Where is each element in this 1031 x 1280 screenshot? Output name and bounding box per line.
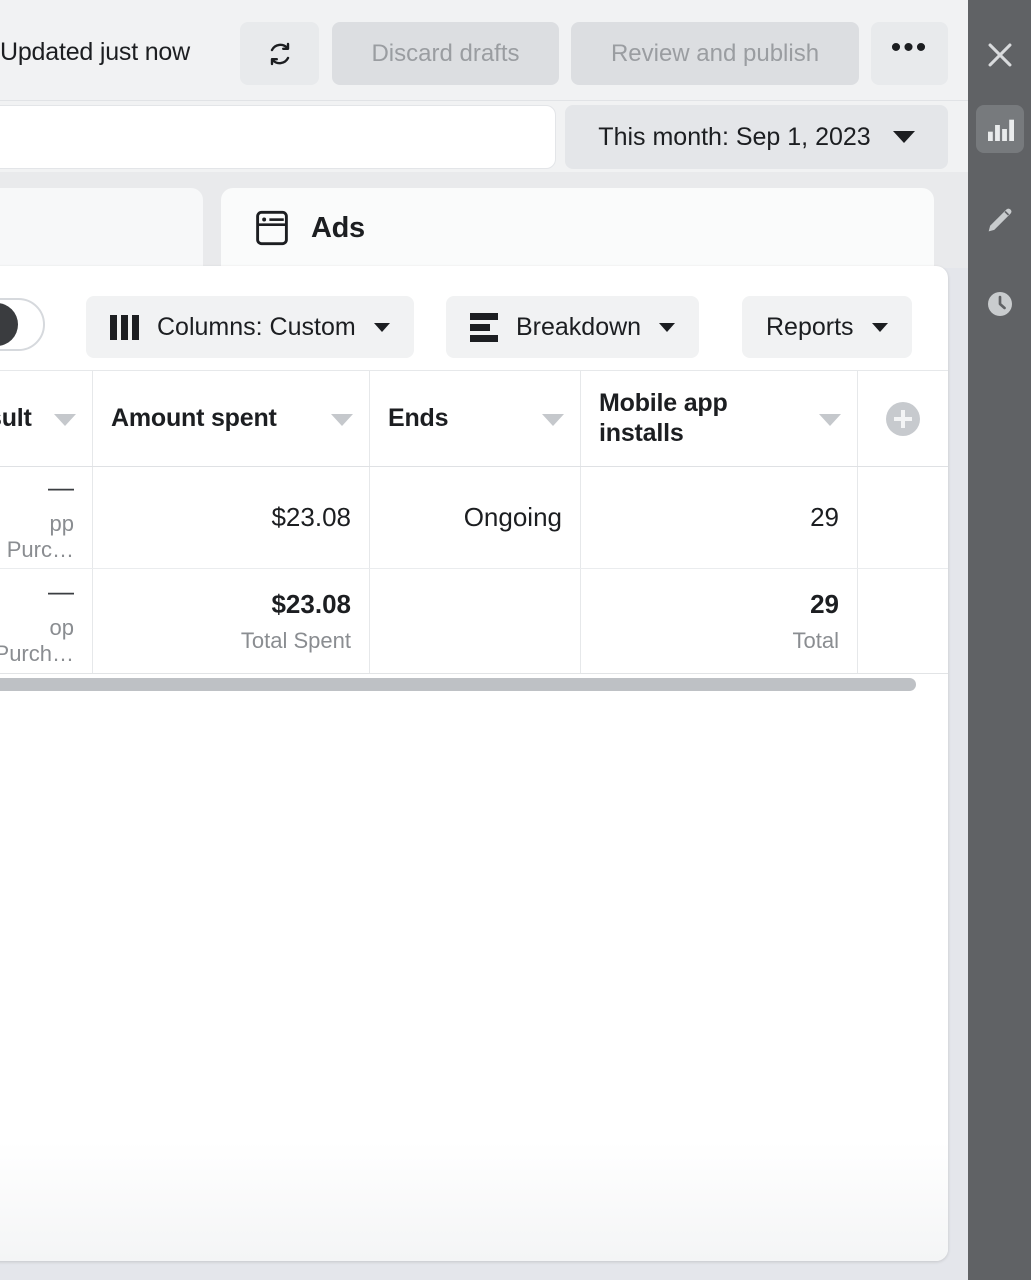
total-mobile-app-installs-sub: Total <box>792 627 839 653</box>
add-column-button[interactable] <box>886 401 920 436</box>
chevron-down-icon <box>892 131 915 143</box>
bar-chart-icon <box>988 119 1014 141</box>
column-header-ends[interactable]: Ends <box>370 371 581 466</box>
refresh-icon <box>270 42 289 65</box>
cost-per-result-sub: pp Purc… <box>6 511 74 562</box>
tab-ads-label: Ads <box>311 211 365 244</box>
cost-per-result-value: — <box>48 472 74 502</box>
right-sidebar-rail <box>968 0 1031 1280</box>
top-toolbar: Updated just now Discard drafts Review a… <box>0 0 968 101</box>
chevron-down-icon <box>659 322 676 332</box>
tab-strip: Ads <box>0 172 968 268</box>
total-amount-spent: $23.08 Total Spent <box>93 569 370 673</box>
total-cost-per-result: — op Purch… <box>0 569 93 673</box>
amount-spent-value: $23.08 <box>271 502 351 532</box>
updated-status-text: Updated just now <box>0 38 190 66</box>
app-root: Updated just now Discard drafts Review a… <box>0 0 1031 1280</box>
scrollbar-thumb[interactable] <box>0 678 916 691</box>
total-amount-spent-value: $23.08 <box>271 588 351 619</box>
search-input[interactable] <box>0 106 555 168</box>
sort-caret-icon[interactable] <box>542 413 564 426</box>
tab-ads[interactable]: Ads <box>221 188 934 268</box>
column-header-label: Mobile app installs <box>599 389 728 447</box>
table-header-row: sult Amount spent Ends Mobile app instal… <box>0 370 948 467</box>
search-row: This month: Sep 1, 2023 <box>0 101 968 172</box>
date-range-button[interactable]: This month: Sep 1, 2023 <box>565 105 948 169</box>
table-controls-row: Columns: Custom Breakdown Reports <box>0 284 948 370</box>
sort-caret-icon[interactable] <box>54 413 76 426</box>
chevron-down-icon <box>871 322 888 332</box>
discard-drafts-button[interactable]: Discard drafts <box>332 22 559 85</box>
table-total-row: — op Purch… $23.08 Total Spent 29 Total <box>0 569 948 674</box>
total-amount-spent-sub: Total Spent <box>240 627 351 653</box>
total-row-actions <box>858 569 948 673</box>
add-column-cell[interactable] <box>858 371 948 466</box>
sort-caret-icon[interactable] <box>331 413 353 426</box>
column-header-label: Amount spent <box>111 403 277 432</box>
search-field-wrapper[interactable] <box>0 105 556 169</box>
total-cost-per-result-value: — <box>48 575 74 606</box>
close-panel-button[interactable] <box>976 31 1024 79</box>
refresh-button[interactable] <box>240 22 319 85</box>
results-table: sult Amount spent Ends Mobile app instal… <box>0 370 948 674</box>
close-icon <box>988 43 1012 67</box>
total-mobile-app-installs-value: 29 <box>810 588 839 619</box>
panel-bottom-fade <box>0 1141 948 1261</box>
review-and-publish-button[interactable]: Review and publish <box>571 22 859 85</box>
tab-adsets-partial[interactable] <box>0 188 203 268</box>
reports-label: Reports <box>766 312 854 341</box>
column-header-label: Ends <box>388 403 449 432</box>
results-panel: Columns: Custom Breakdown Reports sult <box>0 266 948 1261</box>
rail-item-history[interactable] <box>976 280 1024 328</box>
date-range-label: This month: Sep 1, 2023 <box>598 122 871 151</box>
table-row[interactable]: — pp Purc… $23.08 Ongoing 29 <box>0 467 948 569</box>
cell-ends: Ongoing <box>370 467 581 568</box>
rail-item-edit[interactable] <box>976 196 1024 244</box>
breakdown-button[interactable]: Breakdown <box>446 296 700 358</box>
columns-label: Columns: Custom <box>157 312 356 341</box>
breakdown-icon <box>470 312 498 342</box>
column-header-cost-per-result[interactable]: sult <box>0 371 93 466</box>
cell-cost-per-result: — pp Purc… <box>0 467 93 568</box>
reports-button[interactable]: Reports <box>742 296 912 358</box>
sort-caret-icon[interactable] <box>819 413 841 426</box>
total-ends <box>370 569 581 673</box>
columns-icon <box>110 314 139 340</box>
more-options-button[interactable]: ••• <box>871 22 948 85</box>
horizontal-scrollbar[interactable] <box>0 674 918 694</box>
pencil-edit-icon <box>988 208 1012 232</box>
ads-window-icon <box>256 210 288 246</box>
rail-item-charts[interactable] <box>976 105 1024 153</box>
ends-value: Ongoing <box>463 502 562 532</box>
drafts-toggle[interactable] <box>0 298 45 351</box>
cell-row-actions <box>858 467 948 568</box>
cell-mobile-app-installs: 29 <box>581 467 858 568</box>
add-column-icon <box>886 402 920 436</box>
mobile-app-installs-value: 29 <box>810 502 839 532</box>
column-header-amount-spent[interactable]: Amount spent <box>93 371 370 466</box>
chevron-down-icon <box>373 322 390 332</box>
column-header-mobile-app-installs[interactable]: Mobile app installs <box>581 371 858 466</box>
breakdown-label: Breakdown <box>516 312 642 341</box>
total-cost-per-result-sub: op Purch… <box>0 614 74 666</box>
columns-button[interactable]: Columns: Custom <box>86 296 414 358</box>
toggle-knob <box>0 303 18 346</box>
cell-amount-spent: $23.08 <box>93 467 370 568</box>
total-mobile-app-installs: 29 Total <box>581 569 858 673</box>
clock-history-icon <box>988 292 1012 316</box>
